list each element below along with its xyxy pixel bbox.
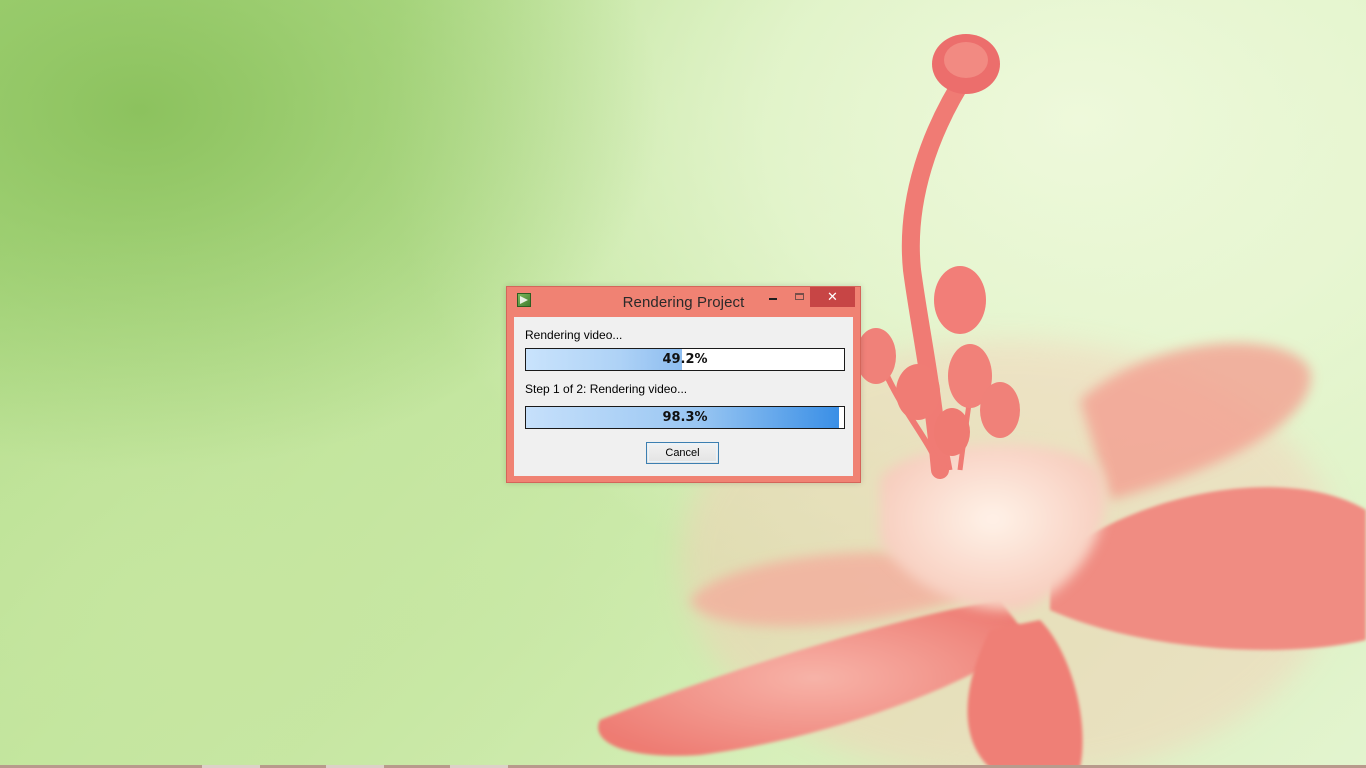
close-button[interactable]: ✕ — [810, 287, 855, 307]
title-bar[interactable]: Rendering Project ✕ — [507, 287, 860, 317]
overall-progress-label: Rendering video... — [525, 328, 623, 342]
dialog-body: Rendering video... 49.2% Step 1 of 2: Re… — [514, 317, 853, 476]
rendering-dialog: Rendering Project ✕ Rendering video... 4… — [506, 286, 861, 483]
maximize-icon — [795, 293, 804, 300]
step-progress-text: 98.3% — [662, 410, 708, 425]
overall-progress-text: 49.2% — [662, 352, 708, 367]
step-progress-bar: 98.3% — [525, 406, 845, 429]
desktop: Rendering Project ✕ Rendering video... 4… — [0, 0, 1366, 768]
minimize-button[interactable] — [760, 288, 787, 308]
step-progress-label: Step 1 of 2: Rendering video... — [525, 382, 688, 396]
close-icon: ✕ — [827, 289, 838, 304]
cancel-button[interactable]: Cancel — [646, 442, 719, 464]
minimize-icon — [769, 298, 777, 300]
overall-progress-bar: 49.2% — [525, 348, 845, 371]
